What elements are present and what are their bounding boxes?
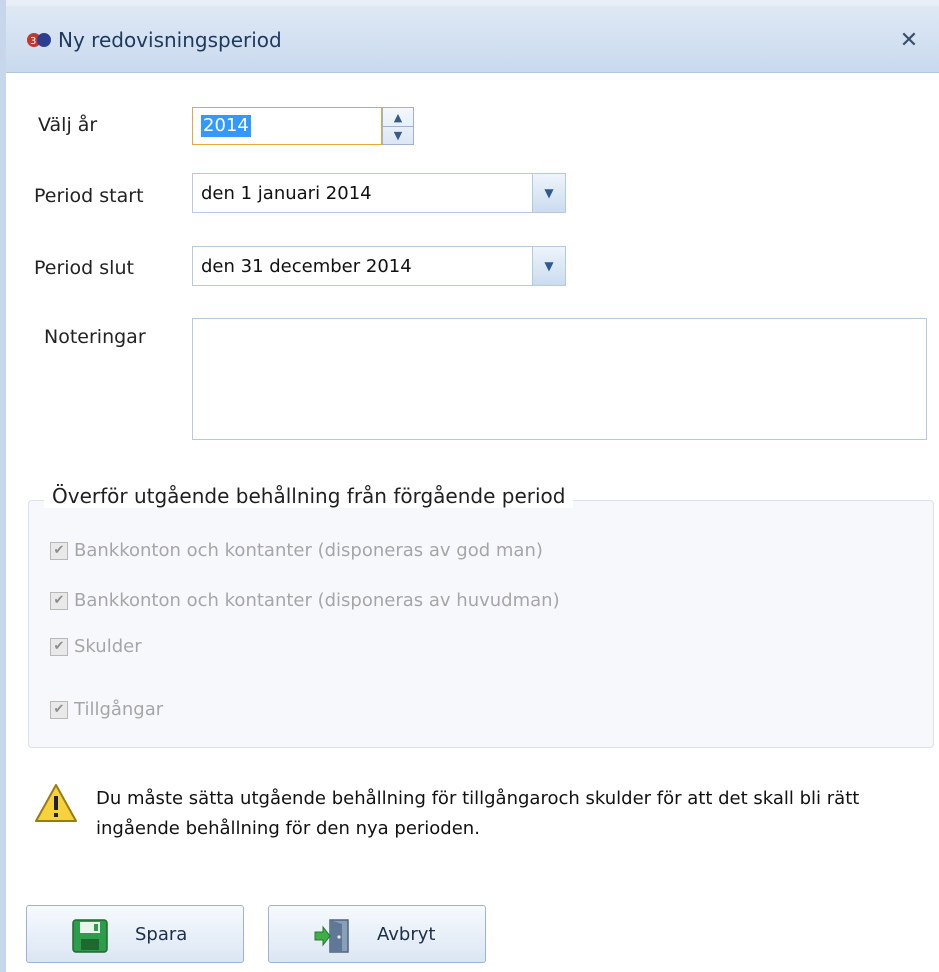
close-button[interactable]: ✕ <box>897 28 921 53</box>
year-label: Välj år <box>38 114 98 136</box>
period-start-dropdown[interactable]: den 1 januari 2014 ▼ <box>192 173 566 213</box>
svg-text:3: 3 <box>30 36 36 47</box>
period-end-value[interactable]: den 31 december 2014 <box>201 256 412 277</box>
year-input[interactable]: 2014 <box>192 107 382 145</box>
spin-up-icon[interactable]: ▲ <box>383 108 413 127</box>
save-button-label[interactable]: Spara <box>135 924 187 945</box>
period-end-dropdown[interactable]: den 31 december 2014 ▼ <box>192 246 566 286</box>
checkmark-icon[interactable]: ✔ <box>50 637 68 656</box>
transfer-groupbox <box>28 500 934 748</box>
year-spinner[interactable]: ▲ ▼ <box>382 107 414 145</box>
save-button[interactable]: Spara <box>26 905 244 963</box>
period-start-label: Period start <box>34 185 144 207</box>
checkbox-label: Skulder <box>74 636 142 657</box>
checkbox-skulder[interactable]: ✔ Skulder <box>50 636 142 657</box>
checkbox-bank-huvudman[interactable]: ✔ Bankkonton och kontanter (disponeras a… <box>50 590 560 611</box>
chevron-down-icon[interactable]: ▼ <box>532 174 565 212</box>
window-title: Ny redovisningsperiod <box>58 28 282 52</box>
checkbox-label: Bankkonton och kontanter (disponeras av … <box>74 540 543 561</box>
chevron-down-icon[interactable]: ▼ <box>532 247 565 285</box>
title-bar: 3 Ny redovisningsperiod ✕ <box>6 6 939 73</box>
checkbox-label: Tillgångar <box>74 699 164 720</box>
notes-label: Noteringar <box>44 326 146 348</box>
spin-down-icon[interactable]: ▼ <box>383 126 413 144</box>
cancel-button-label[interactable]: Avbryt <box>377 924 435 945</box>
checkmark-icon[interactable]: ✔ <box>50 541 68 560</box>
floppy-disk-icon <box>72 919 108 953</box>
checkmark-icon[interactable]: ✔ <box>50 591 68 610</box>
checkmark-icon[interactable]: ✔ <box>50 700 68 719</box>
period-start-value[interactable]: den 1 januari 2014 <box>201 183 372 204</box>
exit-door-icon <box>314 919 349 953</box>
cancel-button[interactable]: Avbryt <box>268 905 486 963</box>
app-logo-icon: 3 <box>27 33 51 47</box>
notes-textarea[interactable] <box>192 318 927 440</box>
warning-message: Du måste sätta utgående behållning för t… <box>96 788 860 839</box>
close-icon[interactable]: ✕ <box>900 28 918 53</box>
checkbox-tillgangar[interactable]: ✔ Tillgångar <box>50 699 163 720</box>
period-end-label: Period slut <box>34 257 134 279</box>
checkbox-label: Bankkonton och kontanter (disponeras av … <box>74 590 560 611</box>
checkbox-bank-god-man[interactable]: ✔ Bankkonton och kontanter (disponeras a… <box>50 540 543 561</box>
window-frame-left <box>0 0 6 972</box>
transfer-group-title: Överför utgående behållning från förgåen… <box>44 484 574 508</box>
warning-icon <box>35 784 77 822</box>
year-value[interactable]: 2014 <box>201 115 251 137</box>
